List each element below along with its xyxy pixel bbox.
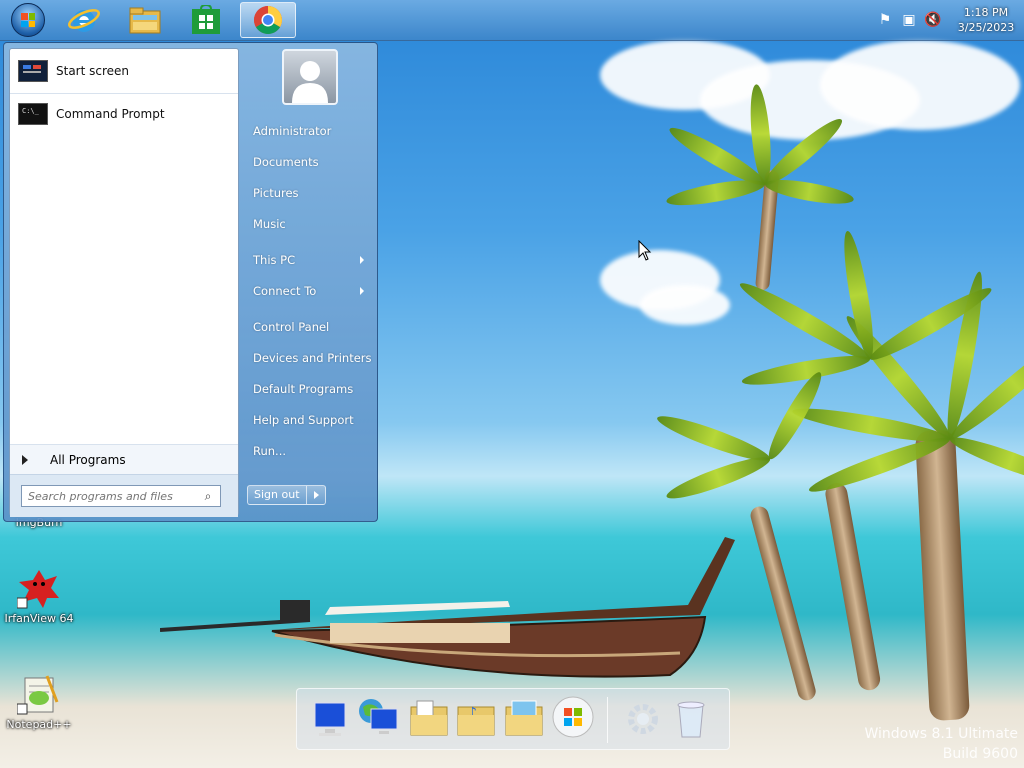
expand-arrow-icon <box>22 455 28 465</box>
network-icon[interactable]: ▣ <box>900 11 918 29</box>
windows-logo-icon <box>11 3 45 37</box>
sign-out-button[interactable]: Sign out <box>247 485 307 505</box>
item-label: Devices and Printers <box>253 351 372 365</box>
palm-frond <box>663 450 774 506</box>
item-label: Administrator <box>253 124 332 138</box>
mouse-cursor-icon <box>638 240 652 261</box>
notepadpp-icon <box>16 672 61 716</box>
program-start-screen[interactable]: Start screen <box>14 52 234 90</box>
submenu-arrow-icon <box>360 287 364 295</box>
item-label: Music <box>253 217 286 231</box>
taskbar: ⚑ ▣ 🔇 1:18 PM 3/25/2023 <box>0 0 1024 41</box>
palm-trunk <box>823 481 882 692</box>
program-label: Command Prompt <box>56 107 165 121</box>
search-area: ⌕ <box>10 474 238 517</box>
network-computer-icon[interactable] <box>357 697 398 741</box>
cloud <box>640 285 730 325</box>
search-box[interactable]: ⌕ <box>21 485 221 507</box>
start-item-devices-printers[interactable]: Devices and Printers <box>250 346 374 370</box>
cloud <box>820 40 1020 130</box>
divider <box>10 93 238 94</box>
item-label: Connect To <box>253 284 317 298</box>
palm-trunk <box>748 504 818 703</box>
clock-time: 1:18 PM <box>963 6 1009 19</box>
start-item-connect-to[interactable]: Connect To <box>250 279 374 303</box>
start-item-help-support[interactable]: Help and Support <box>250 408 374 432</box>
all-programs-label: All Programs <box>50 453 126 467</box>
search-input[interactable] <box>22 488 200 504</box>
system-tray: ⚑ ▣ 🔇 1:18 PM 3/25/2023 <box>876 0 1024 40</box>
pictures-folder-icon[interactable] <box>502 697 543 741</box>
search-icon[interactable]: ⌕ <box>200 488 216 504</box>
watermark-edition: Windows 8.1 Ultimate <box>864 726 1019 742</box>
computer-icon[interactable] <box>311 697 351 741</box>
start-screen-icon <box>18 60 48 82</box>
palm-trunk <box>914 429 970 722</box>
desktop-icon-notepadpp[interactable]: Notepad++ <box>4 672 74 731</box>
desktop-icon-label: IrfanView 64 <box>4 612 74 625</box>
palm-frond <box>664 175 767 211</box>
item-label: This PC <box>253 253 296 267</box>
start-menu: Start screen C:\_ Command Prompt All Pro… <box>3 42 378 522</box>
clock[interactable]: 1:18 PM 3/25/2023 <box>948 5 1024 35</box>
palm-frond <box>763 175 856 209</box>
submenu-arrow-icon <box>360 256 364 264</box>
action-center-flag-icon[interactable]: ⚑ <box>876 11 894 29</box>
item-label: Documents <box>253 155 319 169</box>
item-label: Pictures <box>253 186 299 200</box>
sign-out-group: Sign out <box>247 485 326 505</box>
dock-separator <box>607 697 608 743</box>
documents-folder-icon[interactable] <box>407 697 448 741</box>
start-item-pictures[interactable]: Pictures <box>250 181 374 205</box>
start-item-run[interactable]: Run... <box>250 439 374 463</box>
start-menu-programs-pane: Start screen C:\_ Command Prompt All Pro… <box>9 48 239 517</box>
volume-muted-icon[interactable]: 🔇 <box>924 11 942 29</box>
start-item-control-panel[interactable]: Control Panel <box>250 315 374 339</box>
command-prompt-icon: C:\_ <box>18 103 48 125</box>
music-folder-icon[interactable]: ♪ <box>454 697 495 741</box>
start-item-music[interactable]: Music <box>250 212 374 236</box>
clock-date: 3/25/2023 <box>957 21 1015 34</box>
item-label: Default Programs <box>253 382 354 396</box>
all-programs-button[interactable]: All Programs <box>10 444 238 475</box>
start-item-this-pc[interactable]: This PC <box>250 248 374 272</box>
start-button[interactable] <box>0 2 56 38</box>
start-item-documents[interactable]: Documents <box>250 150 374 174</box>
palm-frond <box>946 430 1024 492</box>
item-label: Help and Support <box>253 413 354 427</box>
settings-gear-icon[interactable] <box>623 697 663 741</box>
user-silhouette-icon <box>292 61 328 103</box>
desktop-icon-irfanview[interactable]: IrfanView 64 <box>4 566 74 625</box>
program-command-prompt[interactable]: C:\_ Command Prompt <box>14 95 234 133</box>
irfanview-icon <box>16 566 61 610</box>
os-watermark: Windows 8.1 Ultimate Build 9600 <box>865 724 1019 764</box>
program-label: Start screen <box>56 64 130 78</box>
longtail-boat <box>160 537 735 678</box>
file-explorer-icon[interactable] <box>117 2 173 38</box>
item-label: Run... <box>253 444 287 458</box>
start-item-administrator[interactable]: Administrator <box>250 119 374 143</box>
item-label: Control Panel <box>253 320 330 334</box>
internet-explorer-icon[interactable] <box>56 2 112 38</box>
watermark-build: Build 9600 <box>942 746 1018 762</box>
dock-bar: ♪ <box>296 688 730 750</box>
power-options-arrow-button[interactable] <box>306 485 326 505</box>
recycle-bin-icon[interactable] <box>671 697 711 741</box>
start-item-default-programs[interactable]: Default Programs <box>250 377 374 401</box>
desktop-icon-label: Notepad++ <box>6 718 72 731</box>
user-avatar[interactable] <box>282 49 338 105</box>
store-icon[interactable] <box>178 2 234 38</box>
windows-start-orb-icon[interactable] <box>551 695 594 739</box>
chrome-icon[interactable] <box>240 2 296 38</box>
